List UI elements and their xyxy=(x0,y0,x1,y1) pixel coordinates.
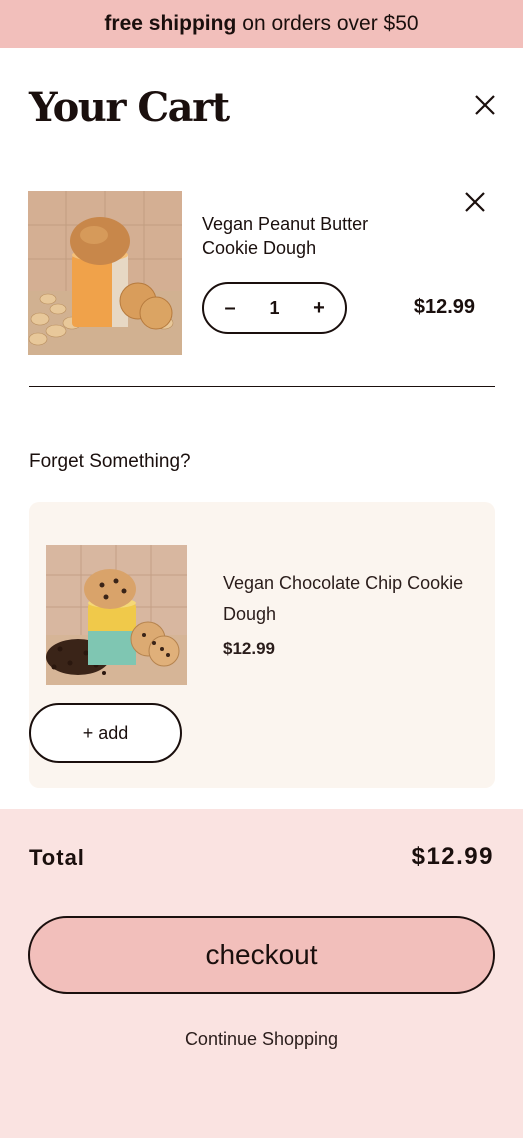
divider xyxy=(29,386,495,387)
cart-item-price: $12.99 xyxy=(413,296,475,318)
cart-item-name[interactable]: Vegan Peanut Butter Cookie Dough xyxy=(202,212,402,260)
total-value: $12.99 xyxy=(411,843,494,870)
cart-footer: Total $12.99 checkout Continue Shopping xyxy=(0,809,523,1138)
close-icon xyxy=(475,95,495,115)
close-icon xyxy=(465,192,485,212)
upsell-product-name[interactable]: Vegan Chocolate Chip Cookie Dough xyxy=(223,568,485,630)
banner-highlight: free shipping xyxy=(104,12,237,35)
decrement-button[interactable]: – xyxy=(222,297,238,320)
cart-title: Your Cart xyxy=(29,84,230,131)
banner-text: on orders over $50 xyxy=(242,12,419,35)
total-label: Total xyxy=(29,845,85,870)
shipping-banner: free shipping on orders over $50 xyxy=(0,0,523,48)
checkout-button[interactable]: checkout xyxy=(28,916,495,994)
upsell-product-price: $12.99 xyxy=(223,639,275,658)
product-image-peanut-butter[interactable] xyxy=(28,191,182,355)
upsell-heading: Forget Something? xyxy=(29,451,191,472)
upsell-card: Vegan Chocolate Chip Cookie Dough $12.99… xyxy=(29,502,495,788)
add-to-cart-button[interactable]: + add xyxy=(29,703,182,763)
close-cart-button[interactable] xyxy=(473,93,497,117)
quantity-stepper: – 1 + xyxy=(202,282,347,334)
quantity-value: 1 xyxy=(269,297,280,318)
remove-item-button[interactable] xyxy=(463,190,487,214)
product-image-chocolate-chip[interactable] xyxy=(46,545,187,685)
continue-shopping-link[interactable]: Continue Shopping xyxy=(0,1029,523,1050)
increment-button[interactable]: + xyxy=(311,297,327,320)
